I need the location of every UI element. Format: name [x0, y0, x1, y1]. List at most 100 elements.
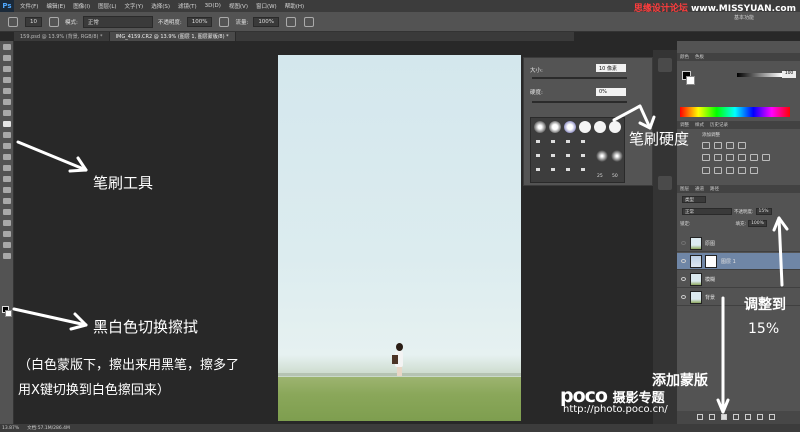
color-spectrum[interactable] — [680, 107, 790, 117]
layer-row[interactable]: 模糊 — [677, 271, 800, 288]
brush-preset-small[interactable] — [566, 168, 570, 171]
brush-hardness-slider[interactable] — [532, 101, 627, 103]
threshold-icon[interactable] — [726, 167, 734, 174]
tab-swatches[interactable]: 色板 — [692, 54, 707, 60]
eyedropper-tool-icon[interactable] — [3, 99, 11, 105]
play-icon[interactable] — [658, 58, 672, 72]
quick-select-tool-icon[interactable] — [3, 77, 11, 83]
opacity-input[interactable]: 100% — [186, 16, 213, 27]
blur-tool-icon[interactable] — [3, 176, 11, 182]
brush-panel-toggle-icon[interactable] — [49, 16, 59, 27]
menu-window[interactable]: 窗口(W) — [256, 2, 277, 10]
brush-preset-selected[interactable] — [564, 121, 576, 133]
brush-preset-hard[interactable] — [579, 121, 591, 133]
panel-collapse-icon[interactable] — [658, 176, 672, 190]
posterize-icon[interactable] — [714, 167, 722, 174]
k-channel-slider[interactable] — [737, 73, 782, 77]
visibility-eye-icon[interactable] — [681, 259, 686, 263]
brush-preset-hard[interactable] — [609, 121, 621, 133]
shape-tool-icon[interactable] — [3, 231, 11, 237]
zoom-tool-icon[interactable] — [3, 253, 11, 259]
blend-mode-select[interactable]: 正常 — [682, 208, 732, 215]
brush-preset-small[interactable] — [551, 154, 555, 157]
vibrance-icon[interactable] — [702, 154, 710, 161]
add-mask-icon[interactable] — [721, 414, 727, 420]
brush-size-field[interactable]: 10 像素 — [596, 64, 626, 72]
exposure-icon[interactable] — [738, 142, 746, 149]
visibility-eye-icon[interactable] — [681, 295, 686, 299]
menu-image[interactable]: 图像(I) — [73, 2, 90, 10]
brush-preset-small[interactable] — [566, 140, 570, 143]
menu-type[interactable]: 文字(Y) — [125, 2, 144, 10]
brightness-icon[interactable] — [702, 142, 710, 149]
black-white-icon[interactable] — [738, 154, 746, 161]
brush-preset-soft-large[interactable] — [611, 150, 623, 162]
k-channel-value[interactable]: 100 — [782, 71, 796, 78]
channel-mixer-icon[interactable] — [762, 154, 770, 161]
tab-history[interactable]: 历史记录 — [707, 122, 731, 128]
menu-file[interactable]: 文件(F) — [20, 2, 38, 10]
menu-layer[interactable]: 图层(L) — [98, 2, 116, 10]
dodge-tool-icon[interactable] — [3, 187, 11, 193]
menu-select[interactable]: 选择(S) — [151, 2, 170, 10]
brush-size-picker[interactable]: 10 — [25, 16, 42, 27]
brush-tool-icon[interactable] — [3, 121, 11, 127]
menu-help[interactable]: 帮助(H) — [285, 2, 304, 10]
path-select-tool-icon[interactable] — [3, 220, 11, 226]
pen-tool-icon[interactable] — [3, 198, 11, 204]
brush-preset-grid[interactable]: 25 50 — [530, 117, 625, 183]
levels-icon[interactable] — [714, 142, 722, 149]
history-brush-tool-icon[interactable] — [3, 143, 11, 149]
background-color-swatch[interactable] — [5, 310, 12, 317]
layer-row[interactable]: 原图 — [677, 235, 800, 252]
brush-size-slider[interactable] — [532, 77, 627, 79]
curves-icon[interactable] — [726, 142, 734, 149]
trash-icon[interactable] — [769, 414, 775, 420]
zoom-readout[interactable]: 13.87% — [2, 426, 19, 431]
color-panel-background[interactable] — [686, 76, 695, 85]
tab-doc-psd[interactable]: 159.psd @ 13.9% (背景, RGB/8) * — [14, 32, 110, 41]
photo-filter-icon[interactable] — [750, 154, 758, 161]
brush-preset-small[interactable] — [536, 168, 540, 171]
brush-preset-small[interactable] — [536, 140, 540, 143]
brush-preset-soft-large[interactable] — [596, 150, 608, 162]
brush-preset-small[interactable] — [581, 140, 585, 143]
menu-edit[interactable]: 编辑(E) — [46, 2, 65, 10]
layer-kind-filter[interactable]: 类型 — [682, 196, 706, 203]
fill-input[interactable]: 100% — [748, 220, 767, 227]
hand-tool-icon[interactable] — [3, 242, 11, 248]
brush-preset-soft[interactable] — [534, 121, 546, 133]
crop-tool-icon[interactable] — [3, 88, 11, 94]
mode-select[interactable]: 正常 — [82, 15, 153, 28]
brush-preset-soft[interactable] — [549, 121, 561, 133]
gradient-tool-icon[interactable] — [3, 165, 11, 171]
visibility-eye-icon[interactable] — [681, 241, 686, 245]
brush-preset-small[interactable] — [581, 154, 585, 157]
tab-layers[interactable]: 图层 — [677, 186, 692, 192]
layer-row-selected[interactable]: 图层 1 — [677, 253, 800, 270]
menu-view[interactable]: 视图(V) — [229, 2, 248, 10]
flow-input[interactable]: 100% — [253, 16, 280, 27]
brush-tool-preset-icon[interactable] — [8, 16, 18, 27]
brush-preset-small[interactable] — [581, 168, 585, 171]
eraser-tool-icon[interactable] — [3, 154, 11, 160]
new-layer-icon[interactable] — [757, 414, 763, 420]
brush-hardness-field[interactable]: 0% — [596, 88, 626, 96]
menu-filter[interactable]: 滤镜(T) — [178, 2, 197, 10]
marquee-tool-icon[interactable] — [3, 55, 11, 61]
selective-color-icon[interactable] — [750, 167, 758, 174]
airbrush-icon[interactable] — [286, 16, 297, 27]
healing-tool-icon[interactable] — [3, 110, 11, 116]
brush-preset-small[interactable] — [536, 154, 540, 157]
invert-icon[interactable] — [702, 167, 710, 174]
tab-paths[interactable]: 路径 — [707, 186, 722, 192]
link-layers-icon[interactable] — [697, 414, 703, 420]
layer-opacity-input[interactable]: 15% — [755, 208, 772, 215]
adjustment-layer-icon[interactable] — [733, 414, 739, 420]
tab-color[interactable]: 颜色 — [677, 54, 692, 60]
menu-3d[interactable]: 3D(D) — [205, 3, 221, 9]
move-tool-icon[interactable] — [3, 44, 11, 50]
brush-preset-small[interactable] — [551, 140, 555, 143]
tab-styles[interactable]: 样式 — [692, 122, 707, 128]
layer-mask-thumbnail[interactable] — [705, 254, 717, 268]
